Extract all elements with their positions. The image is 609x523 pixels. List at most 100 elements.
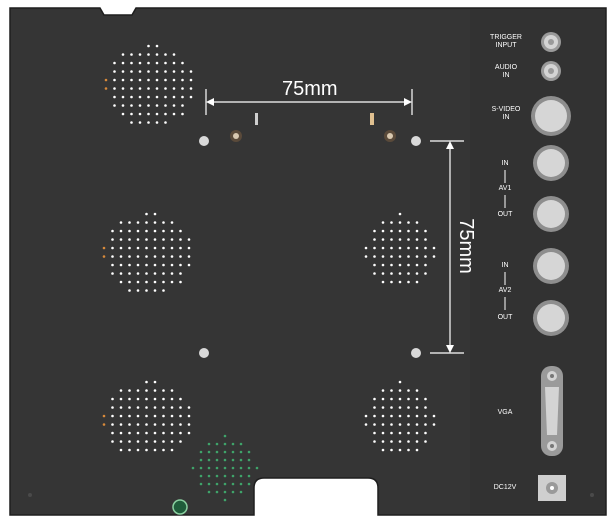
vent-dot [136,414,140,418]
vent-dot [145,397,148,401]
vent-dot [181,87,184,90]
vent-dot [247,450,251,454]
vent-dot [147,121,150,124]
vent-dot [231,482,235,486]
vent-dot [136,389,140,392]
vent-dot [170,431,174,435]
vent-dot [390,389,393,392]
vent-dot [407,389,410,392]
vga-label: VGA [497,409,513,416]
vent-dot [102,423,106,426]
vent-dot [172,87,176,90]
vent-dot [130,70,133,73]
vent-dot [138,70,142,73]
vent-dot [390,229,393,233]
vent-dot [145,212,148,216]
vent-dot [415,280,419,284]
vent-dot [415,389,419,392]
vent-dot [215,474,219,478]
vent-dot [373,238,376,241]
vent-dot [128,289,131,292]
vent-dot [111,238,114,241]
vent-dot [111,246,114,250]
vent-dot [181,112,184,116]
vent-dot [170,255,174,258]
vent-dot [373,431,376,435]
vent-dot [153,380,157,384]
vent-dot [432,414,436,418]
vent-dot [189,78,193,82]
vent-dot [130,121,133,124]
vent-dot [199,482,203,486]
vent-dot [398,397,402,401]
vent-dot [162,423,165,426]
vent-dot [179,423,182,426]
vent-dot [121,53,125,56]
vent-dot [407,431,410,435]
vent-dot [102,255,106,258]
vent-dot [145,221,148,224]
vent-dot [170,440,174,443]
vent-dot [104,78,108,82]
vent-dot [121,78,125,82]
vent-dot [247,458,251,462]
vent-dot [138,61,142,65]
vent-dot [415,414,419,418]
corner-screw [28,493,32,497]
vent-dot [199,450,203,454]
vent-dot [128,423,131,426]
vent-dot [415,238,419,241]
vent-dot [130,53,133,56]
vent-dot [164,104,167,107]
vent-dot [153,414,157,418]
vent-dot [215,482,219,486]
vent-dot [179,397,182,401]
vent-dot [162,221,165,224]
vent-dot [128,431,131,435]
vent-dot [390,414,393,418]
vent-dot [153,246,157,250]
vent-dot [136,246,140,250]
audio-in-label: AUDIO IN [494,64,518,79]
vent-dot [364,414,368,418]
vent-dot [136,221,140,224]
vent-dot [121,95,125,99]
vent-dot [239,442,243,446]
vent-dot [128,255,131,258]
vent-dot [207,450,211,454]
vent-dot [187,238,191,241]
vent-dot [223,450,227,454]
vent-dot [145,263,148,267]
vent-dot [432,423,436,426]
vent-dot [155,53,159,56]
vent-dot [121,87,125,90]
vent-dot [170,229,174,233]
vent-dot [398,221,402,224]
mounting-hole [199,348,209,358]
vent-dot [145,238,148,241]
vent-dot [119,221,123,224]
vent-dot [111,440,114,443]
vent-dot [381,246,385,250]
vent-dot [121,104,125,107]
vertical-dimension-label: 75mm [454,218,477,274]
vent-dot [119,263,123,267]
vent-dot [119,389,123,392]
vent-dot [181,78,184,82]
vent-dot [381,255,385,258]
vent-dot [128,280,131,284]
vent-dot [415,431,419,435]
vent-dot [381,431,385,435]
vent-dot [155,95,159,99]
dsub-connector-icon [541,366,563,456]
vent-dot [102,246,106,250]
vent-dot [424,406,427,409]
vent-dot [390,423,393,426]
vent-dot [113,95,116,99]
vent-dot [130,95,133,99]
vent-dot [390,272,393,275]
vent-dot [407,448,410,452]
vent-dot [155,87,159,90]
vent-dot [119,440,123,443]
vent-dot [199,466,203,470]
